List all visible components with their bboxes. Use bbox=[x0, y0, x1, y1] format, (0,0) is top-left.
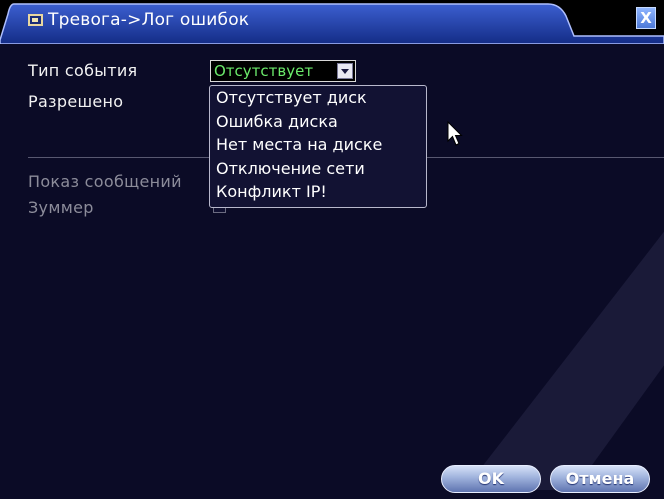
error-log-window: Тревога->Лог ошибок X Тип события Разреш… bbox=[0, 0, 664, 499]
dropdown-option-net-disconnect[interactable]: Отключение сети bbox=[210, 157, 426, 181]
show-messages-label: Показ сообщений bbox=[28, 172, 182, 191]
chevron-down-icon[interactable] bbox=[337, 63, 353, 79]
ok-button[interactable]: OK bbox=[441, 465, 541, 493]
event-type-label: Тип события bbox=[28, 61, 138, 80]
event-type-dropdown[interactable]: Отсутствует диск Ошибка диска Нет места … bbox=[209, 85, 427, 208]
dropdown-option-disk-full[interactable]: Нет места на диске bbox=[210, 133, 426, 157]
dropdown-option-ip-conflict[interactable]: Конфликт IP! bbox=[210, 180, 426, 204]
dropdown-option-no-disk[interactable]: Отсутствует диск bbox=[210, 86, 426, 110]
buzzer-label: Зуммер bbox=[28, 198, 94, 217]
mouse-cursor-icon bbox=[447, 121, 463, 146]
enabled-label: Разрешено bbox=[28, 92, 124, 111]
title-bar: Тревога->Лог ошибок X bbox=[0, 0, 664, 44]
dropdown-option-disk-error[interactable]: Ошибка диска bbox=[210, 110, 426, 134]
event-type-select[interactable]: Отсутствует bbox=[210, 60, 356, 82]
event-type-value: Отсутствует bbox=[214, 62, 314, 80]
folder-icon bbox=[28, 14, 43, 26]
watermark-logo bbox=[464, 231, 664, 490]
cancel-button[interactable]: Отмена bbox=[550, 465, 650, 493]
close-button[interactable]: X bbox=[636, 7, 656, 29]
window-title: Тревога->Лог ошибок bbox=[48, 10, 250, 30]
